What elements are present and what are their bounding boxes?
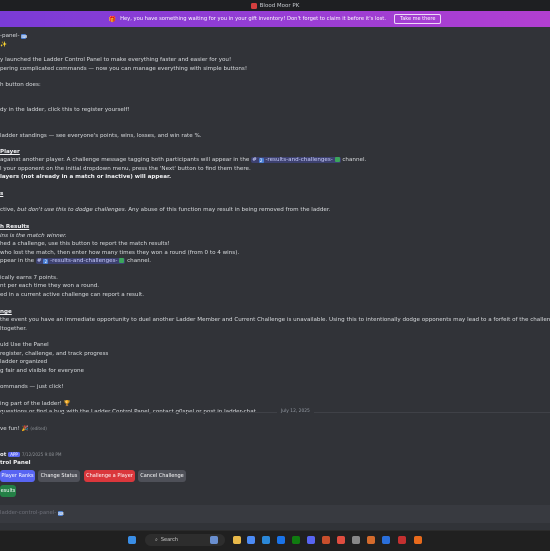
composer-placeholder: ladder-control-panel- ⌨ [0,510,64,516]
app-icon[interactable] [398,536,406,544]
gift-icon: 🎁 [108,15,117,23]
app-icon[interactable] [382,536,390,544]
message-line: hed a challenge, use this button to repo… [0,241,170,247]
channel-mention[interactable]: # 2 -results-and-challenges- [251,156,341,163]
date-divider-label: July 12, 2025 [277,409,314,414]
message-line: h button does: [0,82,41,88]
change-status-button[interactable]: Change Status [38,470,80,482]
app-icon[interactable] [414,536,422,544]
app-icon[interactable] [367,536,375,544]
app-icon[interactable] [262,536,270,544]
message-line: the event you have an immediate opportun… [0,317,550,323]
take-me-there-button[interactable]: Take me there [393,14,442,24]
search-icon: ⌕ [155,537,158,543]
message-line: ommands — just click! [0,384,64,390]
message-line: y launched the Ladder Control Panel to m… [0,57,232,63]
message-line: -panel- ⌨ [0,33,28,39]
app-badge: APP [8,452,20,457]
app-icon [250,2,257,9]
window-title: Blood Moor PK [259,2,300,9]
message-line: ed in a current active challenge can rep… [0,292,145,298]
section-heading: h Results [0,224,30,230]
channel-mention[interactable]: # 2 -results-and-challenges- [35,257,126,264]
message-content: -panel- ⌨ ✨ y launched the Ladder Contro… [0,30,550,495]
message-line: ppear in the # 2 -results-and-challenges… [0,257,152,264]
message-composer[interactable] [0,505,550,523]
app-icon[interactable] [277,536,285,544]
message-line: g fair and visible for everyone [0,368,84,374]
message-line: nt per each time they won a round. [0,283,100,289]
panel-title: trol Panel [0,460,31,466]
browser-icon[interactable] [247,536,255,544]
app-icon[interactable] [337,536,345,544]
gift-banner: 🎁 Hey, you have something waiting for yo… [0,11,550,27]
message-line: dy in the ladder, click this to register… [0,107,130,113]
message-line: uld Use the Panel [0,342,49,348]
challenge-player-button[interactable]: Challenge a Player [84,470,135,482]
discord-icon[interactable] [307,536,315,544]
start-icon[interactable] [128,536,136,544]
message-line: ladder organized [0,359,48,365]
cancel-challenge-button[interactable]: Cancel Challenge [138,470,186,482]
app-icon[interactable] [322,536,330,544]
bot-name[interactable]: ot [0,452,6,458]
message-line: layers (not already in a match or inacti… [0,174,172,180]
windows-taskbar [0,530,550,551]
sparkle-line: ✨ [0,42,7,48]
section-heading: s [0,191,4,197]
message-line: against another player. A challenge mess… [0,156,367,163]
date-divider [0,412,550,413]
xbox-icon[interactable] [292,536,300,544]
bot-timestamp: 7/12/2025 9:08 PM [21,452,62,457]
report-results-button[interactable]: esults [0,485,16,497]
player-ranks-button[interactable]: Player Ranks [0,470,35,482]
message-line: ve fun! 🎉 (edited) [0,426,47,432]
message-line: ctive, but don't use this to dodge chall… [0,207,331,213]
message-line: ladder standings — see everyone's points… [0,133,202,139]
explorer-icon[interactable] [233,536,241,544]
widget-icon[interactable] [210,536,218,544]
window-titlebar: Blood Moor PK [0,0,550,11]
app-icon[interactable] [352,536,360,544]
bot-header: ot APP 7/12/2025 9:08 PM [0,452,62,458]
message-line: ltogether. [0,326,27,332]
message-line: pering complicated commands — now you ca… [0,66,248,72]
banner-text: Hey, you have something waiting for you … [120,16,386,22]
